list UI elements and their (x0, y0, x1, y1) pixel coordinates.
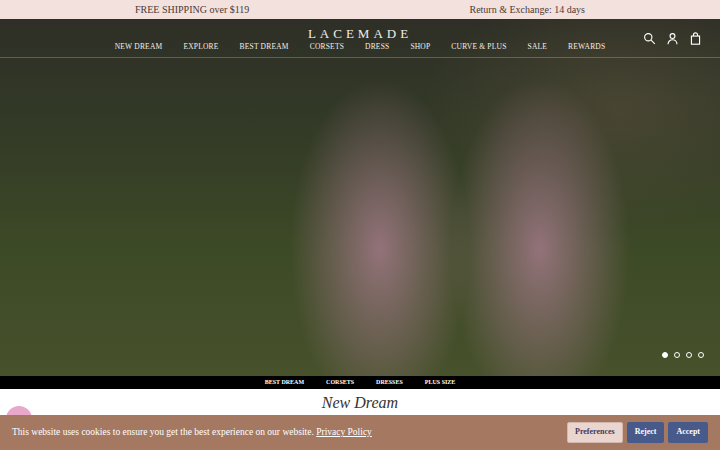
category-link[interactable]: DRESSES (376, 376, 403, 389)
nav-link[interactable]: EXPLORE (183, 42, 218, 52)
nav-link[interactable]: NEW DREAM (115, 42, 163, 52)
privacy-policy-link[interactable]: Privacy Policy (316, 427, 372, 437)
header-icons (630, 32, 720, 45)
carousel-dot[interactable] (686, 352, 692, 358)
main-nav: NEW DREAM EXPLORE BEST DREAM CORSETS DRESS SH… (115, 42, 606, 55)
carousel-dots (662, 352, 704, 358)
cookie-message: This website uses cookies to ensure you … (12, 425, 372, 439)
category-strip: BEST DREAM CORSETS DRESSES PLUS SIZE (0, 376, 720, 389)
search-icon[interactable] (643, 32, 656, 45)
nav-link[interactable]: REWARDS (568, 42, 605, 52)
hero-banner[interactable]: LACEMADE NEW DREAM EXPLORE BEST DREAM CORSET… (0, 19, 720, 376)
section-title: New Dream (0, 389, 720, 412)
account-icon[interactable] (666, 32, 679, 45)
shipping-notice: FREE SHIPPING over $119 (135, 2, 249, 17)
nav-link[interactable]: CURVE & PLUS (451, 42, 506, 52)
accept-button[interactable]: Accept (668, 422, 708, 442)
carousel-dot[interactable] (662, 352, 668, 358)
category-link[interactable]: BEST DREAM (265, 376, 304, 389)
bag-icon[interactable] (689, 32, 702, 45)
category-link[interactable]: CORSETS (326, 376, 354, 389)
site-header: LACEMADE NEW DREAM EXPLORE BEST DREAM CORSET… (0, 19, 720, 58)
nav-link[interactable]: DRESS (365, 42, 389, 52)
nav-link[interactable]: CORSETS (310, 42, 344, 52)
category-link[interactable]: PLUS SIZE (425, 376, 456, 389)
carousel-dot[interactable] (698, 352, 704, 358)
header-center: LACEMADE NEW DREAM EXPLORE BEST DREAM CORSET… (90, 21, 630, 54)
site-logo[interactable]: LACEMADE (308, 21, 412, 41)
return-notice: Return & Exchange: 14 days (469, 2, 585, 17)
cookie-buttons: PreferencesRejectAccept (567, 422, 708, 442)
reject-button[interactable]: Reject (627, 422, 665, 442)
carousel-dot[interactable] (674, 352, 680, 358)
nav-link[interactable]: SHOP (410, 42, 430, 52)
cookie-text: This website uses cookies to ensure you … (12, 427, 314, 437)
nav-link[interactable]: BEST DREAM (240, 42, 289, 52)
preferences-button[interactable]: Preferences (567, 422, 623, 442)
announcement-bar: FREE SHIPPING over $119 Return & Exchange… (0, 0, 720, 19)
nav-link[interactable]: SALE (528, 42, 548, 52)
cookie-banner: This website uses cookies to ensure you … (0, 415, 720, 450)
